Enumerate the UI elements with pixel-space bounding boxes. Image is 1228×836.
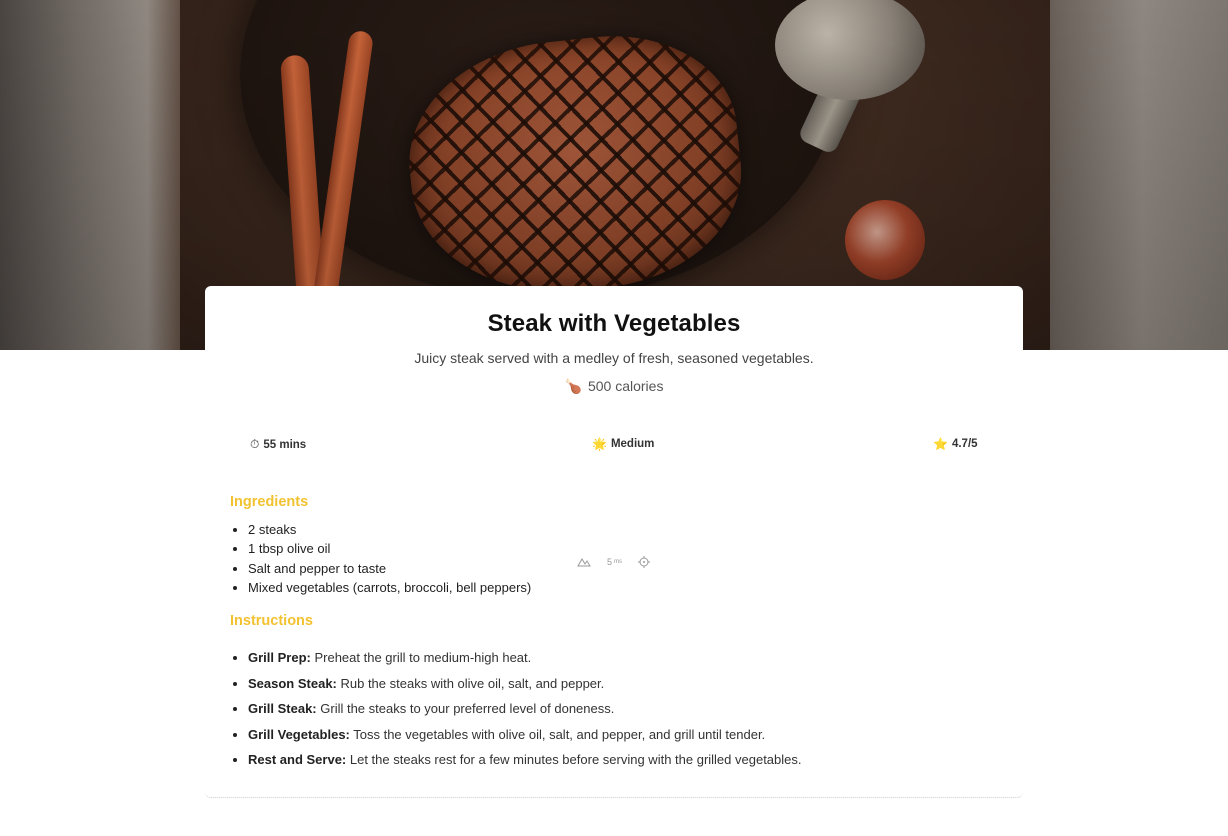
calories-text: 500 calories	[587, 378, 664, 394]
star-icon: ⭐	[933, 437, 948, 451]
difficulty: 🌟 Medium	[592, 437, 654, 451]
mini-toolbar: 5 ms	[577, 556, 651, 568]
frame-time-readout: 5 ms	[607, 557, 623, 567]
list-item: Season Steak: Rub the steaks with olive …	[230, 671, 802, 697]
list-item: Grill Vegetables: Toss the vegetables wi…	[230, 722, 802, 748]
list-item: Rest and Serve: Let the steaks rest for …	[230, 747, 802, 773]
recipe-description: Juicy steak served with a medley of fres…	[414, 350, 814, 366]
sparkle-icon: 🌟	[592, 437, 607, 451]
instructions-heading: Instructions	[230, 613, 313, 629]
difficulty-value: Medium	[610, 438, 655, 450]
instructions-list: Grill Prep: Preheat the grill to medium-…	[230, 645, 802, 773]
mountain-icon[interactable]	[577, 557, 591, 567]
stopwatch-icon: ⏱	[250, 437, 260, 451]
list-item: Grill Prep: Preheat the grill to medium-…	[230, 645, 802, 671]
list-item: 1 tbsp olive oil	[230, 539, 531, 558]
ingredients-list: 2 steaks 1 tbsp olive oil Salt and peppe…	[230, 520, 531, 597]
cook-time-value: 55 mins	[263, 438, 307, 451]
crosshair-icon[interactable]	[638, 556, 651, 568]
cook-time: ⏱ 55 mins	[250, 437, 306, 452]
calories-info: 🍗 500 calories	[205, 378, 1023, 395]
list-item: Grill Steak: Grill the steaks to your pr…	[230, 696, 802, 722]
list-item: Salt and pepper to taste	[230, 559, 531, 578]
rating-value: 4.7/5	[951, 438, 978, 450]
rating: ⭐ 4.7/5	[933, 437, 978, 451]
list-item: 2 steaks	[230, 520, 531, 539]
recipe-card: Steak with Vegetables Juicy steak served…	[205, 286, 1023, 798]
recipe-title: Steak with Vegetables	[487, 310, 741, 337]
list-item: Mixed vegetables (carrots, broccoli, bel…	[230, 578, 531, 597]
ingredients-heading: Ingredients	[230, 494, 309, 510]
drumstick-icon: 🍗	[564, 378, 582, 394]
